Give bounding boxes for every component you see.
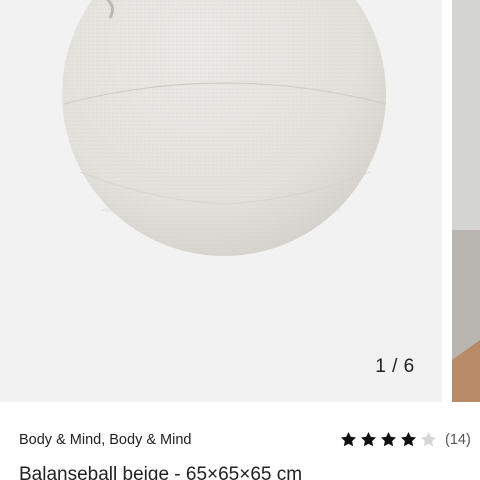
product-page: 1 / 6 Body & Mind, Body & Mind (14) Bala…: [0, 0, 480, 480]
star-icon: [400, 431, 417, 447]
next-slide-thumbnail: [452, 0, 480, 402]
image-gallery[interactable]: 1 / 6: [0, 0, 480, 402]
product-info: Body & Mind, Body & Mind (14) Balansebal…: [0, 402, 480, 480]
star-icon: [340, 431, 357, 447]
star-empty-icon: [420, 431, 437, 447]
product-title: Balanseball beige - 65×65×65 cm: [19, 464, 303, 480]
star-icon: [380, 431, 397, 447]
star-icon: [360, 431, 377, 447]
gallery-slide-current[interactable]: 1 / 6: [0, 0, 442, 402]
product-rating[interactable]: (14): [339, 430, 471, 449]
review-count[interactable]: (14): [445, 432, 471, 448]
product-brand[interactable]: Body & Mind, Body & Mind: [19, 432, 191, 448]
gallery-slide-next-peek[interactable]: [452, 0, 480, 402]
product-image-balance-ball: [62, 0, 387, 256]
gallery-counter: 1 / 6: [375, 356, 415, 377]
